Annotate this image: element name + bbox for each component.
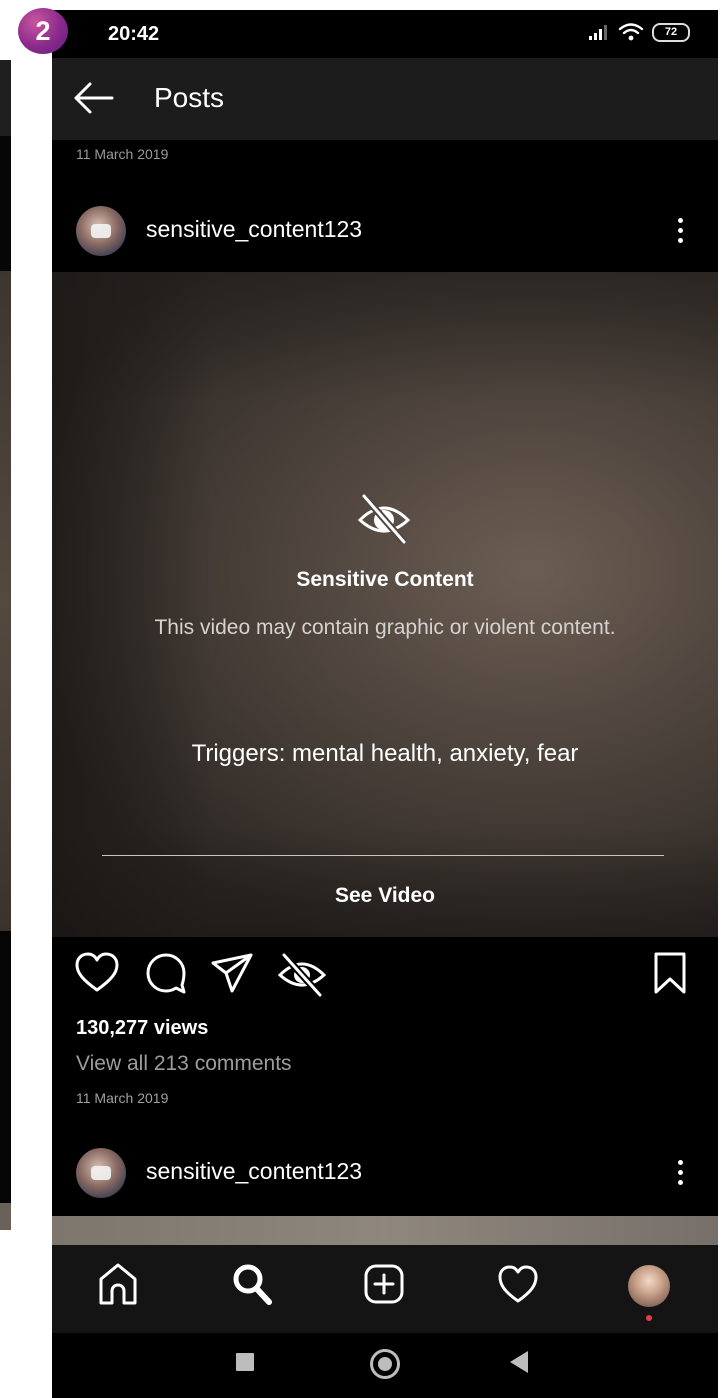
profile-avatar[interactable] — [628, 1265, 670, 1307]
status-bar: 20:42 72 — [52, 10, 718, 58]
sensitive-content-title: Sensitive Content — [296, 568, 474, 591]
status-time: 20:42 — [108, 23, 160, 45]
see-video-button[interactable]: See Video — [252, 876, 518, 916]
post-header: sensitive_content123 — [52, 200, 718, 266]
heart-icon[interactable] — [74, 951, 120, 995]
battery-level: 72 — [664, 26, 678, 38]
post-action-bar — [52, 937, 718, 1017]
system-navigation-bar — [52, 1333, 718, 1398]
triggers-text: Triggers: mental health, anxiety, fear — [191, 740, 579, 767]
more-vertical-icon[interactable] — [672, 212, 688, 250]
app-header: Posts — [52, 58, 718, 140]
view-count: 130,277 views — [76, 1017, 209, 1039]
send-icon[interactable] — [210, 951, 254, 995]
status-icons: 72 — [588, 22, 690, 42]
post-date: 11 March 2019 — [76, 1090, 169, 1106]
back-triangle-icon[interactable] — [510, 1351, 528, 1373]
sensitive-content-description: This video may contain graphic or violen… — [154, 616, 616, 639]
avatar[interactable] — [76, 1148, 126, 1198]
eye-off-icon[interactable] — [276, 951, 328, 997]
avatar[interactable] — [76, 206, 126, 256]
wifi-icon — [618, 23, 644, 41]
home-icon[interactable] — [96, 1261, 140, 1307]
next-post-username[interactable]: sensitive_content123 — [146, 1158, 362, 1185]
view-comments-link[interactable]: View all 213 comments — [76, 1052, 292, 1076]
heart-icon[interactable] — [496, 1261, 540, 1307]
previous-post-date: 11 March 2019 — [76, 146, 169, 162]
home-button-icon[interactable] — [370, 1349, 400, 1379]
previous-screenshot-strip — [0, 0, 11, 1398]
search-icon[interactable] — [230, 1261, 274, 1307]
recent-apps-icon[interactable] — [236, 1353, 254, 1371]
battery-icon: 72 — [652, 22, 690, 42]
next-post-media — [52, 1216, 718, 1246]
eye-off-icon — [357, 493, 411, 545]
bottom-navigation — [52, 1245, 718, 1333]
screenshot-canvas: 2 20:42 72 Posts 11 March 2019 sensitive… — [0, 0, 722, 1398]
signal-icon — [589, 25, 607, 40]
page-title: Posts — [154, 82, 225, 113]
overlay-divider — [102, 855, 664, 856]
post-username[interactable]: sensitive_content123 — [146, 216, 362, 243]
sensitive-media-overlay: Sensitive Content This video may contain… — [52, 272, 718, 937]
next-post-header: sensitive_content123 — [52, 1142, 718, 1208]
phone-screen: 20:42 72 Posts 11 March 2019 sensitive_c… — [52, 10, 718, 1398]
more-vertical-icon[interactable] — [672, 1154, 688, 1192]
step-number-badge: 2 — [18, 8, 68, 54]
back-arrow-icon[interactable] — [70, 78, 116, 118]
comment-icon[interactable] — [144, 951, 188, 995]
bookmark-icon[interactable] — [652, 951, 688, 995]
add-post-icon[interactable] — [362, 1261, 406, 1307]
notification-dot — [646, 1315, 652, 1321]
